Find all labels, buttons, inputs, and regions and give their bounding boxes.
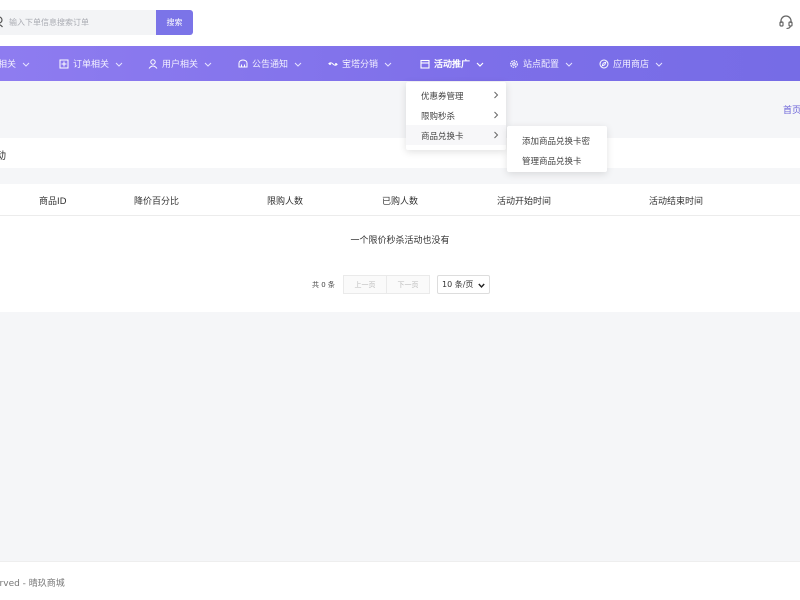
chevron-down-icon <box>478 283 485 289</box>
submenu-item-add-card[interactable]: 添加商品兑换卡密 <box>522 135 590 147</box>
search-input[interactable] <box>9 10 154 35</box>
promotions-dropdown: 优惠券管理 限购秒杀 商品兑换卡 <box>406 82 506 150</box>
nav-item-users[interactable]: 用户相关 <box>148 46 212 81</box>
nav-item-notices[interactable]: 公告通知 <box>238 46 302 81</box>
footer-copyright: erved - 晴玖商城 <box>0 579 65 589</box>
compass-icon <box>599 59 609 68</box>
page-title-card: 动 <box>0 138 800 168</box>
user-search-icon <box>0 16 3 28</box>
search-box <box>0 10 156 35</box>
customer-service-icon[interactable] <box>778 14 794 30</box>
nav-item-label: 公告通知 <box>252 60 289 70</box>
table-header: 商品ID 降价百分比 限购人数 已购人数 活动开始时间 活动结束时间 <box>0 184 800 216</box>
calendar-icon <box>420 59 430 69</box>
chevron-down-icon <box>565 62 573 67</box>
page-size-select[interactable]: 10 条/页 <box>437 275 490 294</box>
nav-item-label: 用户相关 <box>162 60 199 70</box>
nav-item-label: 应用商店 <box>613 60 650 70</box>
notice-icon <box>238 59 248 67</box>
exchange-card-submenu: 添加商品兑换卡密 管理商品兑换卡 <box>507 126 607 172</box>
flash-sale-table: 商品ID 降价百分比 限购人数 已购人数 活动开始时间 活动结束时间 一个限价秒… <box>0 184 800 312</box>
submenu-item-manage-cards[interactable]: 管理商品兑换卡 <box>522 155 582 167</box>
dropdown-item-label: 商品兑换卡 <box>421 132 464 142</box>
nav-item-label: 订单相关 <box>73 60 110 70</box>
dropdown-item-label: 优惠券管理 <box>421 92 464 102</box>
nav-item-0[interactable]: 相关 <box>0 46 30 81</box>
footer: erved - 晴玖商城 <box>0 561 800 600</box>
chevron-down-icon <box>655 62 663 67</box>
chevron-right-icon <box>494 131 499 139</box>
chevron-down-icon <box>476 62 484 67</box>
share-icon <box>328 61 338 66</box>
dropdown-item-exchange-card[interactable]: 商品兑换卡 <box>406 125 506 145</box>
nav-item-app-store[interactable]: 应用商店 <box>599 46 663 81</box>
nav-item-label: 活动推广 <box>434 60 471 70</box>
empty-state-message: 一个限价秒杀活动也没有 <box>350 236 450 246</box>
nav-item-distribution[interactable]: 宝塔分销 <box>328 46 392 81</box>
order-icon <box>59 59 69 68</box>
nav-item-label: 站点配置 <box>523 60 560 70</box>
search-bar: 搜索 <box>0 10 194 35</box>
chevron-down-icon <box>204 62 212 67</box>
nav-item-site-config[interactable]: 站点配置 <box>509 46 573 81</box>
chevron-down-icon <box>115 62 123 67</box>
chevron-right-icon <box>494 111 499 119</box>
column-header: 活动开始时间 <box>497 197 552 207</box>
nav-item-label: 宝塔分销 <box>342 60 379 70</box>
page-title: 动 <box>0 151 6 162</box>
search-button[interactable]: 搜索 <box>156 10 193 35</box>
dropdown-item-flash-sale[interactable]: 限购秒杀 <box>406 105 506 125</box>
pagination: 共 0 条 上一页 下一页 10 条/页 <box>0 275 800 295</box>
column-header: 限购人数 <box>267 197 304 207</box>
column-header: 活动结束时间 <box>649 197 704 207</box>
nav-item-orders[interactable]: 订单相关 <box>59 46 123 81</box>
prev-page-button[interactable]: 上一页 <box>343 275 387 294</box>
nav-item-promotions[interactable]: 活动推广 <box>420 46 484 81</box>
user-icon <box>148 58 158 69</box>
column-header: 降价百分比 <box>134 197 180 207</box>
chevron-down-icon <box>294 62 302 67</box>
page-size-value: 10 条/页 <box>442 280 474 289</box>
main-nav: 相关 订单相关 用户相关 公告通知 宝塔分销 活动推广 站点配置 应用商店 <box>0 46 800 81</box>
dropdown-item-label: 限购秒杀 <box>421 112 456 122</box>
chevron-right-icon <box>494 91 499 99</box>
top-bar: 搜索 <box>0 0 800 46</box>
chevron-down-icon <box>22 62 30 67</box>
chevron-down-icon <box>384 62 392 67</box>
column-header: 商品ID <box>39 197 67 207</box>
gear-icon <box>510 59 518 68</box>
nav-item-label: 相关 <box>0 60 17 70</box>
dropdown-item-coupons[interactable]: 优惠券管理 <box>406 85 506 105</box>
next-page-button[interactable]: 下一页 <box>386 275 430 294</box>
column-header: 已购人数 <box>382 197 419 207</box>
total-count: 共 0 条 <box>312 281 335 289</box>
breadcrumb-home-link[interactable]: 首页 <box>783 103 800 116</box>
